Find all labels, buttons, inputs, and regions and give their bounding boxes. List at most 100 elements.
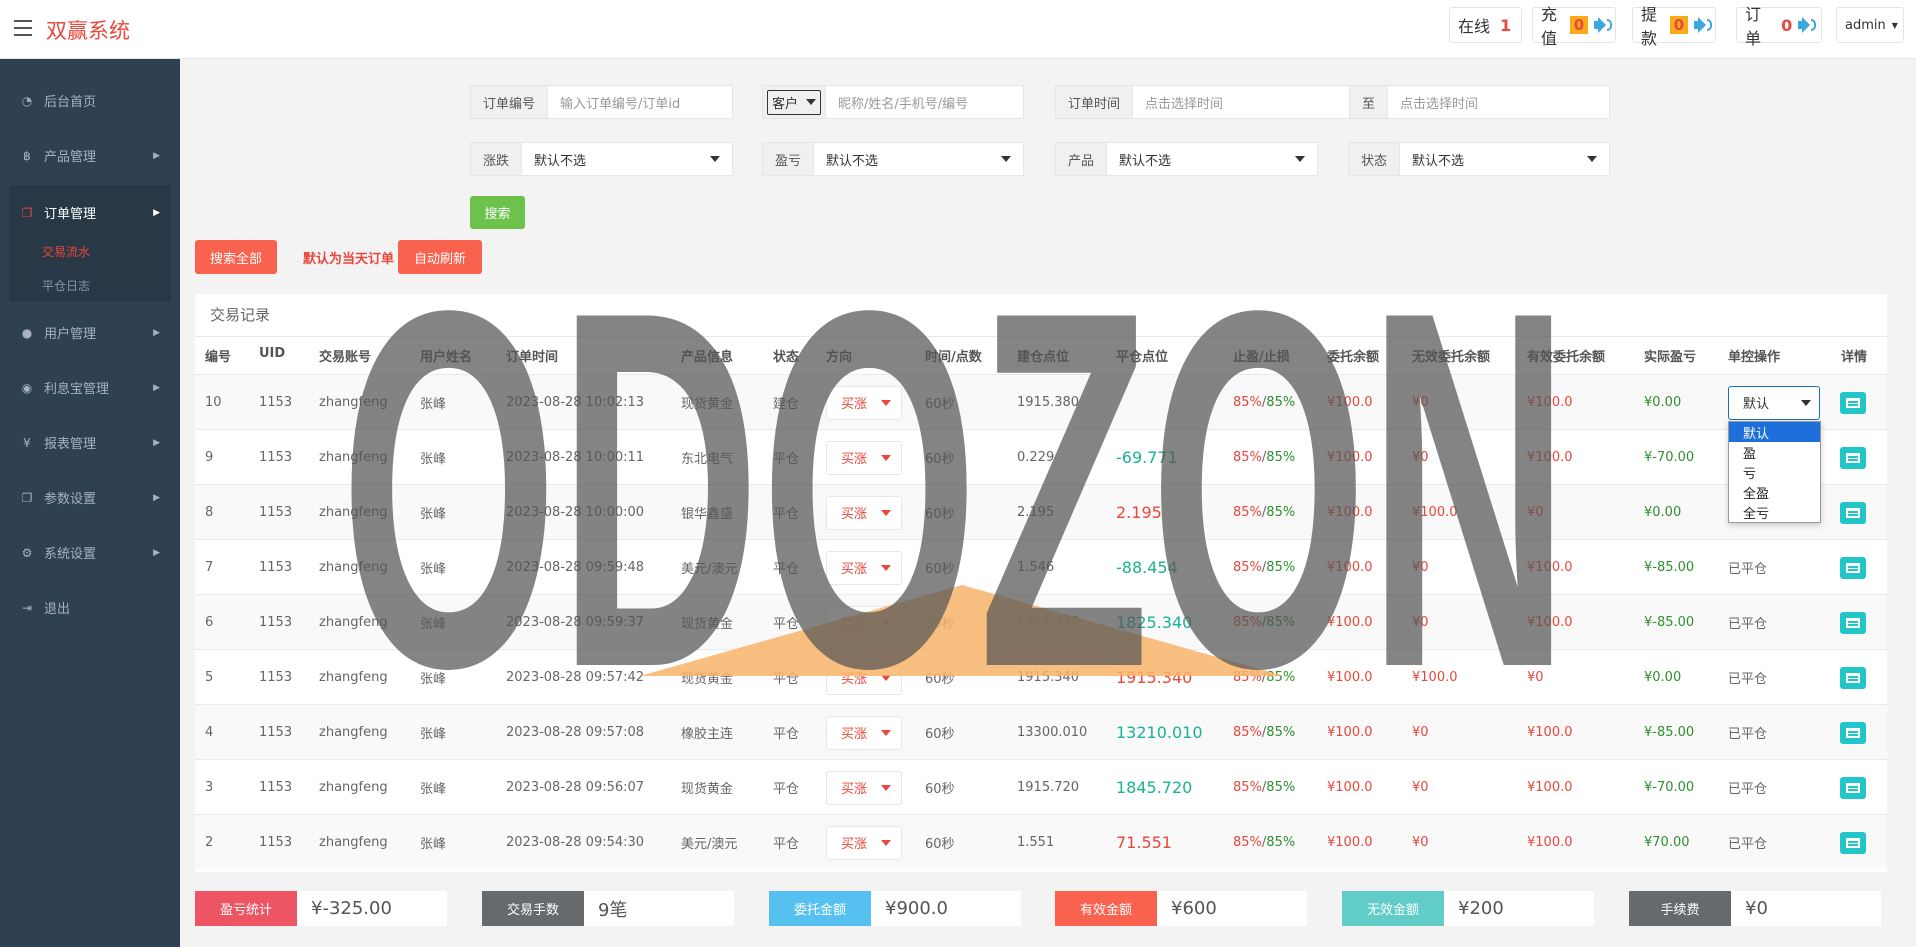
order-counter[interactable]: 订单 0 — [1736, 5, 1822, 48]
cell-invalid: ¥0 — [1412, 780, 1429, 795]
sidebar-item-params[interactable]: ❐ 参数设置 ▶ — [0, 470, 180, 525]
rise-select[interactable]: 默认不选 — [522, 143, 732, 175]
sidebar-item-label: 参数设置 — [44, 492, 97, 507]
cell-name: 张峰 — [420, 782, 447, 797]
detail-button[interactable] — [1840, 391, 1866, 414]
detail-button[interactable] — [1840, 611, 1866, 634]
sidebar-item-interest[interactable]: ◉ 利息宝管理 ▶ — [0, 360, 180, 415]
customer-input[interactable]: 昵称/姓名/手机号/编号 — [826, 86, 1023, 118]
cell-uid: 1153 — [259, 505, 293, 520]
cell-valid: ¥0 — [1527, 670, 1544, 685]
cell-control: 已平仓 — [1728, 782, 1768, 797]
sidebar-subitem-close-log[interactable]: 平仓日志 — [9, 269, 171, 302]
order-time-filter: 订单时间 点击选择时间 至 点击选择时间 — [1055, 85, 1610, 119]
search-all-button[interactable]: 搜索全部 — [195, 240, 277, 274]
control-option[interactable]: 亏 — [1729, 462, 1820, 482]
direction-select[interactable]: 买涨 — [826, 825, 902, 860]
col-header: 时间/点数 — [925, 350, 982, 365]
direction-select[interactable]: 买涨 — [826, 605, 902, 640]
online-counter[interactable]: 在线 1 — [1449, 7, 1522, 43]
detail-button[interactable] — [1840, 556, 1866, 579]
cell-invalid: ¥0 — [1412, 450, 1429, 465]
user-icon: ● — [21, 325, 33, 340]
cell-product: 美元/澳元 — [681, 837, 738, 852]
control-dropdown: 默认 盈 亏 全盈 全亏 — [1728, 421, 1821, 523]
order-no-label: 订单编号 — [471, 86, 549, 118]
cell-time: 2023-08-28 09:56:07 — [506, 780, 645, 795]
stop-loss: 85% — [1266, 670, 1296, 685]
direction-select[interactable]: 买涨 — [826, 385, 902, 420]
sidebar-subitem-trade-flow[interactable]: 交易流水 — [9, 234, 171, 269]
sidebar-item-orders[interactable]: ❐ 订单管理 ▶ — [9, 185, 171, 240]
cell-entrust: ¥100.0 — [1327, 615, 1373, 630]
direction-select[interactable]: 买涨 — [826, 770, 902, 805]
order-label: 订单 — [1745, 5, 1762, 48]
status-select[interactable]: 默认不选 — [1400, 143, 1609, 175]
col-header: 详情 — [1841, 350, 1868, 365]
speaker-icon[interactable] — [1594, 17, 1613, 33]
customer-type-select[interactable]: 客户 — [767, 89, 822, 115]
control-option[interactable]: 默认 — [1729, 422, 1820, 442]
take-profit: 85% — [1233, 835, 1262, 850]
cell-close-price: -69.771 — [1116, 448, 1178, 467]
user-menu[interactable]: admin ▼ — [1836, 7, 1904, 43]
cell-open-price: 1.551 — [1017, 835, 1055, 850]
direction-select[interactable]: 买涨 — [826, 660, 902, 695]
detail-button[interactable] — [1840, 831, 1866, 854]
cell-pnl: ¥-70.00 — [1644, 450, 1695, 465]
direction-select[interactable]: 买涨 — [826, 550, 902, 585]
withdraw-counter[interactable]: 提款 0 — [1632, 5, 1716, 48]
direction-select[interactable]: 买涨 — [826, 440, 902, 475]
order-no-input[interactable]: 输入订单编号/订单id — [548, 86, 732, 118]
list-icon — [1846, 727, 1860, 738]
app-brand: 双赢系统 — [46, 19, 130, 43]
col-header: 止盈/止损 — [1233, 350, 1290, 365]
search-button[interactable]: 搜索 — [470, 196, 525, 229]
cell-time: 2023-08-28 10:00:00 — [506, 505, 645, 520]
detail-button[interactable] — [1840, 721, 1866, 744]
copy-icon: ❐ — [21, 205, 33, 220]
cell-entrust: ¥100.0 — [1327, 835, 1373, 850]
cell-invalid: ¥100.0 — [1412, 670, 1458, 685]
cell-name: 张峰 — [420, 727, 447, 742]
direction-select[interactable]: 买涨 — [826, 715, 902, 750]
profit-select[interactable]: 默认不选 — [814, 143, 1023, 175]
cell-account: zhangfeng — [319, 780, 388, 795]
detail-button[interactable] — [1840, 446, 1866, 469]
control-select[interactable]: 默认 — [1728, 385, 1820, 420]
take-profit: 85% — [1233, 395, 1262, 410]
profit-label: 盈亏 — [763, 143, 815, 175]
recharge-counter[interactable]: 充值 0 — [1532, 5, 1616, 48]
default-today-note: 默认为当天订单 — [303, 252, 395, 267]
control-option[interactable]: 全盈 — [1729, 482, 1820, 502]
time-start-input[interactable]: 点击选择时间 — [1133, 86, 1349, 118]
time-end-input[interactable]: 点击选择时间 — [1388, 86, 1609, 118]
detail-button[interactable] — [1840, 666, 1866, 689]
product-select[interactable]: 默认不选 — [1107, 143, 1317, 175]
auto-refresh-button[interactable]: 自动刷新 — [398, 240, 482, 274]
speaker-icon[interactable] — [1798, 17, 1817, 33]
sidebar-item-users[interactable]: ● 用户管理 ▶ — [0, 305, 180, 360]
sidebar-item-logout[interactable]: ⇥ 退出 — [0, 580, 180, 635]
cell-uid: 1153 — [259, 560, 293, 575]
sidebar-item-dashboard[interactable]: ◔ 后台首页 — [0, 73, 180, 128]
sidebar-item-system[interactable]: ⚙ 系统设置 ▶ — [0, 525, 180, 580]
sidebar-item-reports[interactable]: ¥ 报表管理 ▶ — [0, 415, 180, 470]
control-option[interactable]: 全亏 — [1729, 502, 1820, 522]
stat-label: 委托金额 — [769, 891, 871, 926]
detail-button[interactable] — [1840, 501, 1866, 524]
cell-account: zhangfeng — [319, 835, 388, 850]
sidebar-item-label: 报表管理 — [44, 437, 97, 452]
cell-period: 60秒 — [925, 452, 955, 467]
table-row: 7 1153 zhangfeng 张峰 2023-08-28 09:59:48 美元/澳元… — [195, 539, 1887, 594]
sidebar-item-products[interactable]: ฿ 产品管理 ▶ — [0, 128, 180, 183]
cell-open-price: 2.195 — [1017, 505, 1055, 520]
speaker-icon[interactable] — [1694, 17, 1713, 33]
menu-toggle-icon[interactable] — [14, 20, 32, 36]
direction-value: 买涨 — [841, 727, 868, 742]
detail-button[interactable] — [1840, 776, 1866, 799]
direction-select[interactable]: 买涨 — [826, 495, 902, 530]
status-value: 默认不选 — [1412, 153, 1465, 169]
copy-icon: ❐ — [21, 490, 33, 505]
control-option[interactable]: 盈 — [1729, 442, 1820, 462]
